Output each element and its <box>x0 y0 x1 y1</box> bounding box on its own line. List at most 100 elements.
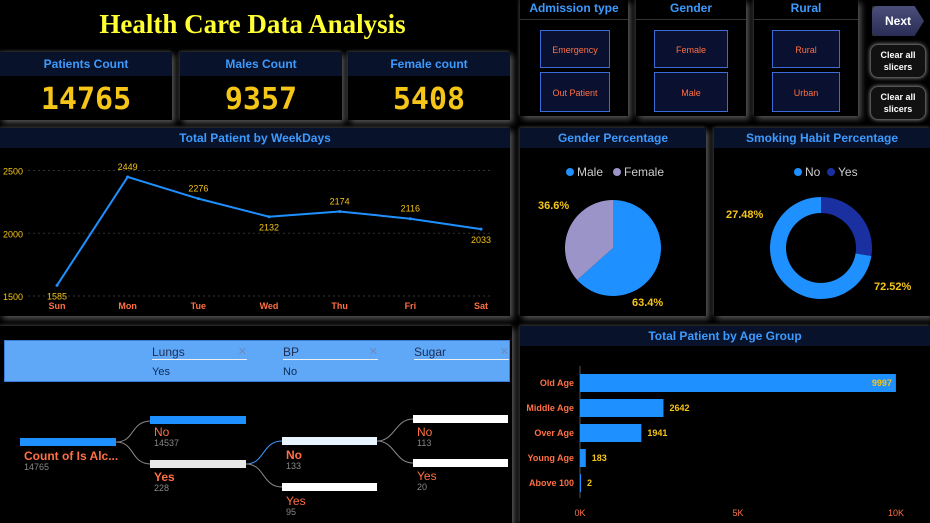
filter-label: BP <box>283 345 300 359</box>
smoking-donut-panel: Smoking Habit Percentage No Yes 72.52% 27.4… <box>714 128 930 316</box>
data-label: 27.48% <box>726 209 764 221</box>
filter-sugar[interactable]: Sugar ✕ <box>414 345 509 366</box>
decomposition-tree: Count of Is Alc... 14765 No 14537 Yes 22… <box>20 415 508 517</box>
tree-node-bar[interactable] <box>413 415 508 423</box>
legend-marker <box>827 168 835 176</box>
gender-pie-panel: Gender Percentage Male Female 63.4% 36.6% <box>520 128 706 316</box>
tree-node-label: Yes <box>154 470 175 484</box>
x-tick-label: Sun <box>49 301 66 311</box>
tree-root-value: 14765 <box>24 462 49 472</box>
rural-slicer: Rural Rural Urban <box>754 0 858 116</box>
data-label: 2276 <box>188 184 208 194</box>
x-tick-label: Mon <box>118 301 137 311</box>
chart-title: Smoking Habit Percentage <box>714 128 930 148</box>
tree-node-label: No <box>154 425 170 439</box>
slicer-title: Gender <box>636 0 746 20</box>
decomposition-tree-panel: Lungs ✕ Yes BP ✕ No Sugar ✕ Count of Is Alc… <box>0 326 512 523</box>
filter-bar: Lungs ✕ Yes BP ✕ No Sugar ✕ <box>4 340 510 382</box>
legend-marker <box>613 168 621 176</box>
slicer-option-urban[interactable]: Urban <box>772 72 840 112</box>
x-tick-label: Sat <box>474 301 488 311</box>
tree-connector <box>115 420 151 443</box>
bar[interactable] <box>580 474 581 492</box>
next-button[interactable]: Next <box>872 6 924 36</box>
slicer-option-female[interactable]: Female <box>654 30 728 68</box>
close-icon[interactable]: ✕ <box>369 345 378 359</box>
data-label: 72.52% <box>874 281 912 293</box>
data-label: 2174 <box>330 196 350 206</box>
filter-lungs[interactable]: Lungs ✕ Yes <box>152 345 247 378</box>
gender-pie-chart: Male Female 63.4% 36.6% <box>538 165 664 309</box>
data-point[interactable] <box>479 227 483 231</box>
x-tick-label: Thu <box>331 301 348 311</box>
slicer-option-male[interactable]: Male <box>654 72 728 112</box>
data-label: 2116 <box>401 204 420 214</box>
x-tick-label: 5K <box>732 508 743 518</box>
page-title: Health Care Data Analysis <box>99 9 406 39</box>
filter-value: Yes <box>152 366 170 378</box>
close-icon[interactable]: ✕ <box>238 345 247 359</box>
legend-label: Male <box>577 165 603 179</box>
donut-slice[interactable] <box>821 197 872 256</box>
data-label: 1941 <box>647 428 667 438</box>
legend-label: Female <box>624 165 664 179</box>
data-point[interactable] <box>338 209 342 213</box>
kpi-patients-card: Patients Count 14765 <box>0 52 172 120</box>
slicer-option-rural[interactable]: Rural <box>772 30 840 68</box>
data-label: 2132 <box>259 223 279 233</box>
tree-node-bar[interactable] <box>282 483 377 491</box>
data-point[interactable] <box>196 197 200 201</box>
data-point[interactable] <box>267 215 271 219</box>
data-point[interactable] <box>126 175 130 179</box>
close-icon[interactable]: ✕ <box>500 345 509 359</box>
bar[interactable] <box>580 449 586 467</box>
chart-title: Gender Percentage <box>520 128 706 148</box>
clear-all-slicers-button-2[interactable]: Clear all slicers <box>870 86 926 120</box>
tree-node-bar[interactable] <box>150 416 246 424</box>
bar[interactable] <box>580 399 664 417</box>
data-label: 63.4% <box>632 297 663 309</box>
chart-title: Total Patient by WeekDays <box>0 128 510 148</box>
y-tick-label: Over Age <box>534 428 574 438</box>
data-point[interactable] <box>408 217 412 221</box>
filter-bp[interactable]: BP ✕ No <box>283 345 378 378</box>
x-tick-label: 10K <box>888 508 904 518</box>
slicer-option-out-patient[interactable]: Out Patient <box>540 72 610 112</box>
tree-connector <box>245 440 283 465</box>
tree-node-bar[interactable] <box>413 459 508 467</box>
bar[interactable] <box>580 424 642 442</box>
clear-all-slicers-button[interactable]: Clear all slicers <box>870 44 926 78</box>
tree-connector <box>115 441 151 465</box>
kpi-label: Males Count <box>180 52 342 76</box>
y-tick-label: Old Age <box>540 378 574 388</box>
legend-label: Yes <box>838 165 858 179</box>
data-label: 2642 <box>669 403 689 413</box>
y-tick-label: Middle Age <box>526 403 574 413</box>
tree-node-label: No <box>417 425 433 439</box>
kpi-value: 5408 <box>392 82 466 117</box>
filter-label: Sugar <box>414 345 447 359</box>
tree-root-bar[interactable] <box>20 438 116 446</box>
legend-label: No <box>805 165 821 179</box>
data-point[interactable] <box>55 283 59 287</box>
tree-node-bar[interactable] <box>150 460 246 468</box>
x-tick-label: Wed <box>260 301 279 311</box>
filter-value: No <box>283 366 298 378</box>
tree-node-value: 113 <box>417 438 431 448</box>
kpi-value: 14765 <box>40 82 132 117</box>
data-label: 2449 <box>118 162 138 172</box>
data-label: 2033 <box>471 235 491 245</box>
kpi-label: Female count <box>348 52 510 76</box>
smoking-donut-chart: No Yes 72.52% 27.48% <box>726 165 912 299</box>
data-label: 1585 <box>47 291 67 301</box>
tree-node-bar[interactable] <box>282 437 377 445</box>
gender-slicer: Gender Female Male <box>636 0 746 116</box>
legend-marker <box>794 168 802 176</box>
kpi-males-card: Males Count 9357 <box>180 52 342 120</box>
tree-node-value: 133 <box>286 461 301 471</box>
bar[interactable] <box>580 374 896 392</box>
slicer-option-emergency[interactable]: Emergency <box>540 30 610 68</box>
tree-node-value: 228 <box>154 483 169 493</box>
kpi-female-card: Female count 5408 <box>348 52 510 120</box>
tree-node-label: Yes <box>286 494 306 508</box>
